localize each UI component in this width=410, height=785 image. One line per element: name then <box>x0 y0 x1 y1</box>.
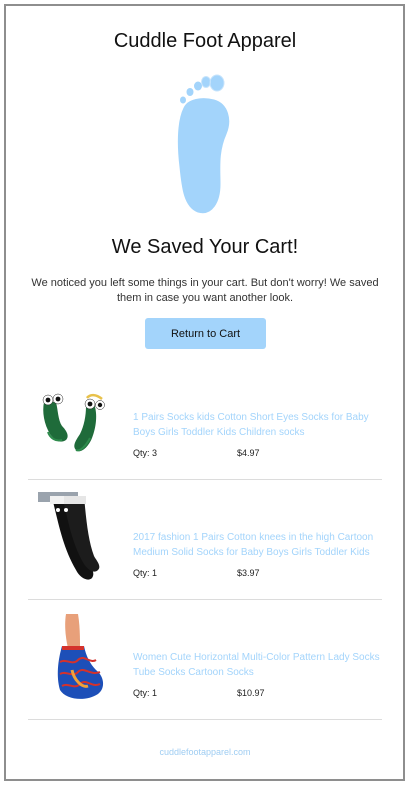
divider <box>28 719 382 720</box>
product-qty: Qty: 1 <box>133 688 158 698</box>
website-link[interactable]: cuddlefootapparel.com <box>0 747 410 757</box>
product-image-striped-ankle-sock[interactable] <box>32 610 112 710</box>
product-title[interactable]: 1 Pairs Socks kids Cotton Short Eyes Soc… <box>133 410 393 440</box>
brand-title: Cuddle Foot Apparel <box>113 30 297 52</box>
divider <box>28 479 382 480</box>
cart-item: 1 Pairs Socks kids Cotton Short Eyes Soc… <box>24 378 382 478</box>
product-price: $3.97 <box>237 568 260 578</box>
product-title[interactable]: 2017 fashion 1 Pairs Cotton knees in the… <box>133 530 393 560</box>
product-image-black-knee-socks[interactable] <box>32 490 112 590</box>
product-price: $4.97 <box>237 448 260 458</box>
cart-message: We noticed you left some things in your … <box>31 277 379 304</box>
product-qty: Qty: 1 <box>133 568 158 578</box>
product-qty: Qty: 3 <box>133 448 158 458</box>
cart-item: Women Cute Horizontal Multi-Color Patter… <box>24 606 382 716</box>
divider <box>28 599 382 600</box>
headline: We Saved Your Cart! <box>111 236 299 258</box>
return-to-cart-button[interactable]: Return to Cart <box>145 318 266 349</box>
product-title[interactable]: Women Cute Horizontal Multi-Color Patter… <box>133 650 393 680</box>
product-price: $10.97 <box>237 688 265 698</box>
product-image-green-eye-socks[interactable] <box>32 382 112 482</box>
cart-item: 2017 fashion 1 Pairs Cotton knees in the… <box>24 486 382 596</box>
foot-icon <box>168 72 240 222</box>
